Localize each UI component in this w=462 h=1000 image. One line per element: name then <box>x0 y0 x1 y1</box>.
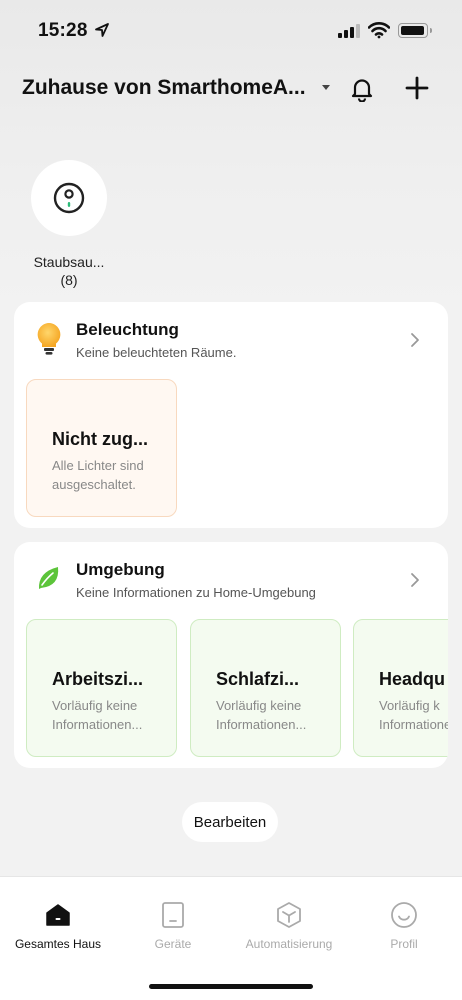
device-name: Staubsau... <box>33 254 105 270</box>
device-icon <box>162 902 184 928</box>
environment-tile-room[interactable]: Arbeitszi... Vorläufig keine Information… <box>26 619 177 757</box>
environment-tile-room[interactable]: Headqu Vorläufig k Informationen <box>353 619 448 757</box>
home-icon <box>46 904 70 926</box>
tile-subtitle-line: Vorläufig keine <box>216 698 302 713</box>
leaf-icon <box>38 567 59 589</box>
home-selector[interactable]: Zuhause von SmarthomeA... <box>22 76 312 100</box>
lighting-card-subtitle: Keine beleuchteten Räume. <box>76 345 237 360</box>
tile-subtitle: Vorläufig keine Informationen... <box>52 696 170 734</box>
bell-icon[interactable] <box>349 76 375 102</box>
environment-tile-room[interactable]: Schlafzi... Vorläufig keine Informatione… <box>190 619 341 757</box>
chevron-right-icon[interactable] <box>410 332 420 348</box>
tab-profile[interactable]: Profil <box>346 899 462 951</box>
add-icon[interactable] <box>404 75 430 101</box>
wifi-icon <box>368 22 390 39</box>
cellular-signal-icon <box>338 24 360 38</box>
device-count: (8) <box>60 272 78 288</box>
environment-card-subtitle: Keine Informationen zu Home-Umgebung <box>76 585 316 600</box>
battery-icon <box>398 23 432 38</box>
status-time: 15:28 <box>38 20 88 41</box>
lighting-card-header[interactable]: Beleuchtung Keine beleuchteten Räume. <box>14 302 448 372</box>
tile-subtitle-line: Vorläufig keine <box>52 698 138 713</box>
environment-card-title: Umgebung <box>76 560 165 579</box>
tile-title: Headqu <box>379 669 446 689</box>
tile-title: Schlafzi... <box>216 669 300 689</box>
tile-subtitle: Vorläufig k Informationen <box>379 696 448 734</box>
tile-subtitle: Alle Lichter sind ausgeschaltet. <box>52 456 170 494</box>
chevron-down-icon[interactable] <box>322 85 330 90</box>
tile-subtitle: Vorläufig keine Informationen... <box>216 696 334 734</box>
light-bulb-icon <box>37 323 61 355</box>
location-arrow-icon <box>95 23 109 37</box>
cube-icon <box>277 902 301 928</box>
tab-label: Profil <box>390 937 418 951</box>
tab-devices[interactable]: Geräte <box>115 899 231 951</box>
edit-button[interactable]: Bearbeiten <box>182 802 278 842</box>
tab-label: Geräte <box>154 937 192 951</box>
robot-vacuum-icon <box>53 182 85 214</box>
lighting-card: Beleuchtung Keine beleuchteten Räume. Ni… <box>14 302 448 528</box>
tile-title: Nicht zug... <box>52 429 148 449</box>
tile-subtitle-line: Informationen... <box>52 717 143 732</box>
lighting-tile[interactable]: Nicht zug... Alle Lichter sind ausgescha… <box>26 379 177 517</box>
tile-subtitle-line: Alle Lichter sind <box>52 458 144 473</box>
tab-automation[interactable]: Automatisierung <box>231 899 347 951</box>
home-indicator <box>149 984 313 989</box>
tile-subtitle-line: Vorläufig k <box>379 698 440 713</box>
device-shortcut-vacuum[interactable]: Staubsau... (8) <box>22 160 116 288</box>
vacuum-icon-circle[interactable] <box>31 160 107 236</box>
smiley-icon <box>391 902 417 928</box>
environment-card-header[interactable]: Umgebung Keine Informationen zu Home-Umg… <box>14 542 448 612</box>
environment-card: Umgebung Keine Informationen zu Home-Umg… <box>14 542 448 768</box>
tile-subtitle-line: ausgeschaltet. <box>52 477 136 492</box>
tab-label: Gesamtes Haus <box>14 937 102 951</box>
chevron-right-icon[interactable] <box>410 572 420 588</box>
tile-title: Arbeitszi... <box>52 669 144 689</box>
tab-label: Automatisierung <box>245 937 333 951</box>
tile-subtitle-line: Informationen <box>379 717 448 732</box>
tab-whole-house[interactable]: Gesamtes Haus <box>0 899 116 951</box>
lighting-card-title: Beleuchtung <box>76 320 179 339</box>
tab-bar: Gesamtes Haus Geräte Automatisierung Pro… <box>0 876 462 1000</box>
status-bar: 15:28 <box>0 0 462 60</box>
tile-subtitle-line: Informationen... <box>216 717 307 732</box>
